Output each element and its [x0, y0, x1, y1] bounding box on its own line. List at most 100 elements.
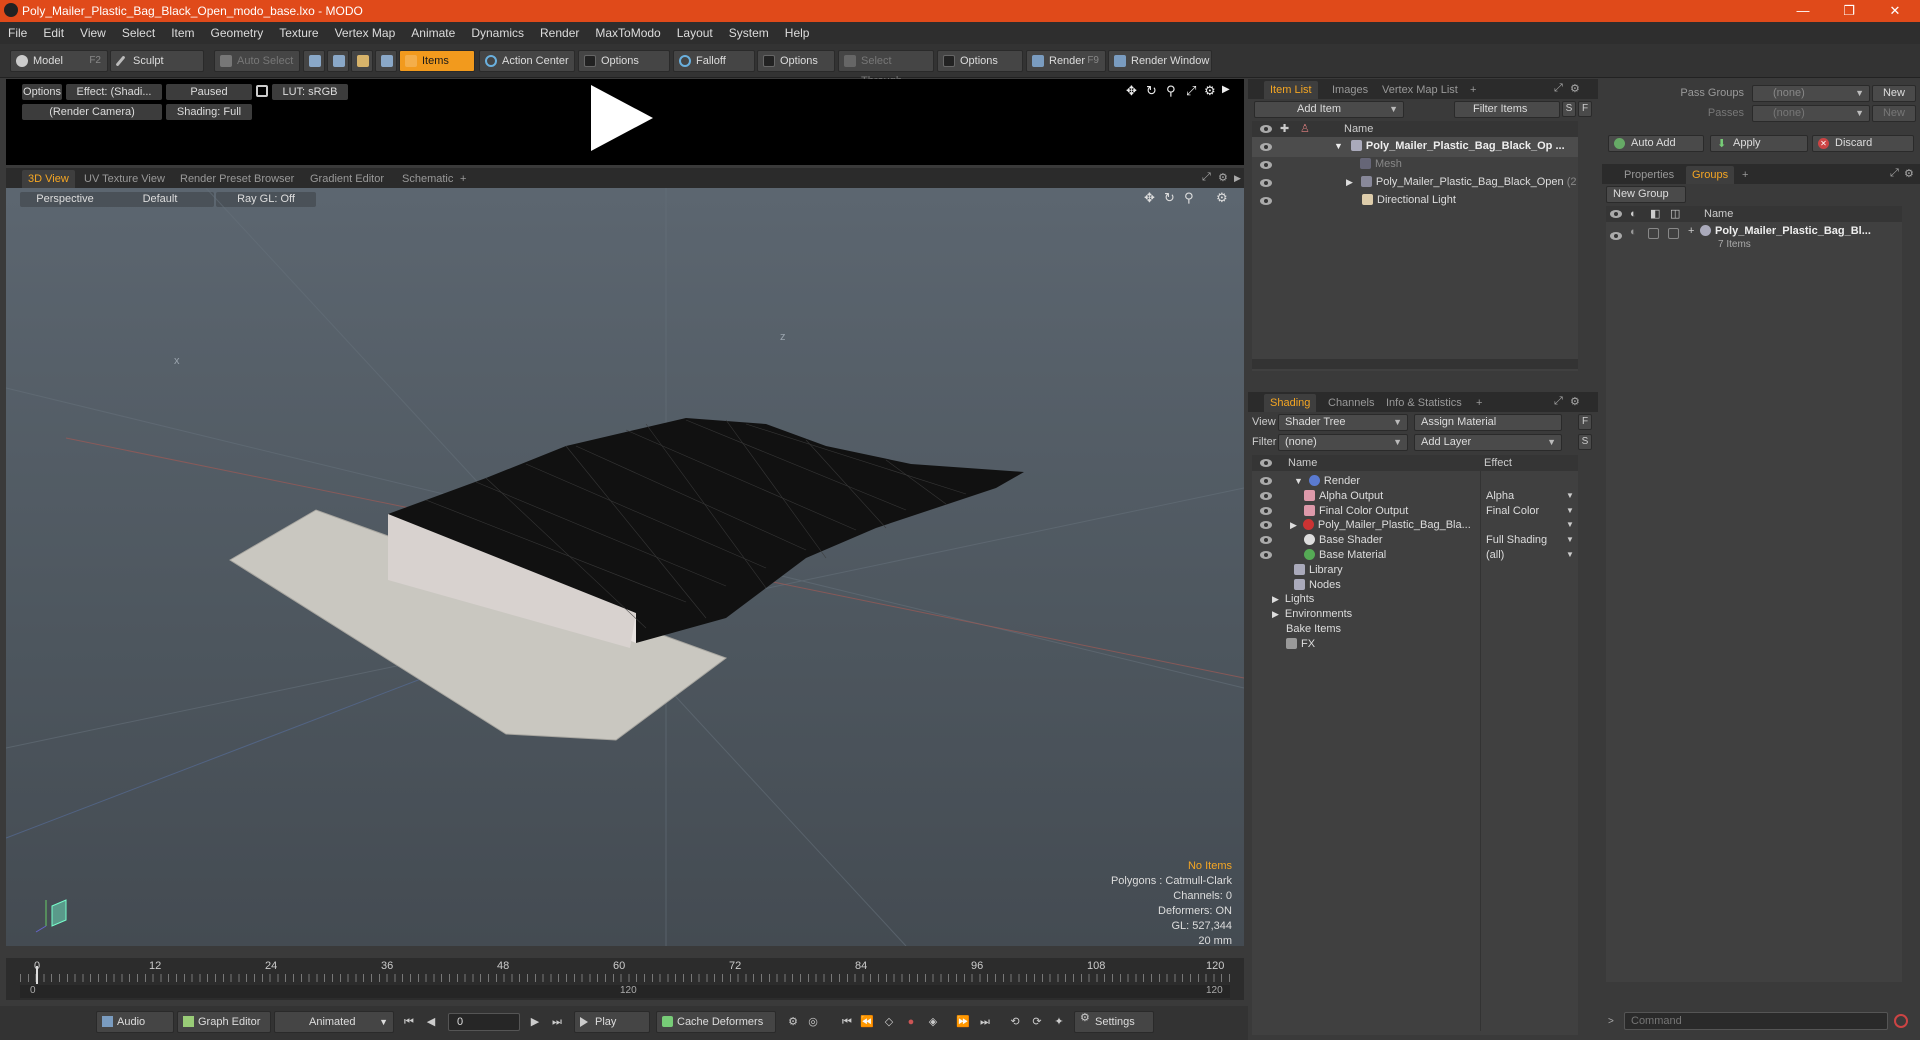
shading-s-button[interactable]: S: [1578, 434, 1592, 450]
tab-item-list[interactable]: Item List: [1264, 81, 1318, 99]
command-input[interactable]: [1624, 1012, 1888, 1030]
next-key-icon[interactable]: ⏩: [956, 1015, 970, 1029]
list-item[interactable]: ▼ Poly_Mailer_Plastic_Bag_Black_Op ...: [1334, 137, 1574, 155]
apply-button[interactable]: ⬇ Apply: [1710, 135, 1808, 152]
record-icon[interactable]: ●: [904, 1015, 918, 1029]
list-item[interactable]: Directional Light: [1362, 191, 1572, 209]
step-back-icon[interactable]: ◀: [424, 1015, 438, 1029]
cache-deformers-button[interactable]: Cache Deformers: [656, 1011, 776, 1033]
menu-vertex-map[interactable]: Vertex Map: [327, 22, 404, 44]
effect-dropdown-arrow-icon[interactable]: ▼: [1566, 550, 1574, 559]
item-list-tree[interactable]: ✚ ♙ Name ▼ Poly_Mailer_Plastic_Bag_Black_…: [1252, 121, 1578, 371]
collapse-arrow-icon[interactable]: ▼: [1294, 476, 1303, 486]
group-visibility-eye-icon[interactable]: [1610, 232, 1622, 240]
group-expand-icon[interactable]: +: [1688, 225, 1694, 237]
menu-system[interactable]: System: [721, 22, 777, 44]
menu-geometry[interactable]: Geometry: [203, 22, 272, 44]
range-bar[interactable]: 0 120 120: [20, 985, 1230, 998]
step-forward-icon[interactable]: ▶: [528, 1015, 542, 1029]
effect-dropdown-arrow-icon[interactable]: ▼: [1566, 520, 1574, 529]
view-dropdown[interactable]: Shader Tree ▼: [1278, 414, 1408, 431]
render-preview[interactable]: Options Effect: (Shadi... Paused LUT: sR…: [6, 79, 1244, 165]
minimize-button[interactable]: —: [1780, 0, 1826, 22]
gear-icon[interactable]: ⚙: [1204, 83, 1216, 99]
tab-channels[interactable]: Channels: [1322, 394, 1380, 412]
discard-button[interactable]: ✕ Discard: [1812, 135, 1914, 152]
auto-add-button[interactable]: Auto Add: [1608, 135, 1704, 152]
move-icon[interactable]: ✥: [1126, 83, 1137, 99]
restore-button[interactable]: ❐: [1826, 0, 1872, 22]
filter-dropdown[interactable]: (none) ▼: [1278, 434, 1408, 451]
tab-gradient-editor[interactable]: Gradient Editor: [304, 170, 390, 188]
graph-editor-button[interactable]: Graph Editor: [177, 1011, 271, 1033]
groups-list[interactable]: ◐ ◧ ◫ Name ◐ + Poly_Mailer_Plastic_Bag_B…: [1606, 206, 1902, 982]
timeline-ruler[interactable]: [20, 974, 1230, 982]
lock-icon[interactable]: [256, 85, 268, 97]
item-list-scrollbar[interactable]: [1252, 359, 1578, 369]
effect-dropdown-arrow-icon[interactable]: ▼: [1566, 506, 1574, 515]
visibility-eye-icon[interactable]: [1260, 536, 1272, 545]
prev-key2-icon[interactable]: ⏪: [860, 1015, 874, 1029]
item-list-s-button[interactable]: S: [1562, 101, 1576, 117]
sculpt-mode-button[interactable]: Sculpt: [110, 50, 204, 72]
timeline[interactable]: 0 12 24 36 48 60 72 84 96 108 120 0 120 …: [6, 958, 1244, 1000]
expand-arrow-icon[interactable]: ▶: [1272, 594, 1279, 604]
visibility-eye-icon[interactable]: [1260, 161, 1272, 169]
preview-effect-dropdown[interactable]: Effect: (Shadi...: [66, 84, 162, 100]
groups-gear-icon[interactable]: ⚙: [1904, 167, 1914, 180]
menu-select[interactable]: Select: [114, 22, 163, 44]
filter-items-input[interactable]: Filter Items: [1454, 101, 1560, 118]
visibility-eye-icon[interactable]: [1260, 143, 1272, 151]
add-layer-dropdown[interactable]: Add Layer ▼: [1414, 434, 1562, 451]
next-key2-icon[interactable]: ⏭: [978, 1015, 992, 1029]
frame-input[interactable]: 0: [448, 1013, 520, 1031]
collapse-arrow-icon[interactable]: ▼: [1334, 141, 1343, 151]
group-render-toggle-icon[interactable]: ◐: [1630, 226, 1637, 238]
menu-animate[interactable]: Animate: [403, 22, 463, 44]
item-list-maximize-icon[interactable]: ⤢: [1554, 82, 1563, 95]
command-history-icon[interactable]: [1894, 1014, 1908, 1028]
tab-groups[interactable]: Groups: [1686, 166, 1735, 184]
assign-material-button[interactable]: Assign Material: [1414, 414, 1562, 431]
set-key-icon[interactable]: ◇: [882, 1015, 896, 1029]
group-lock-checkbox[interactable]: [1648, 228, 1659, 239]
key-options-icon[interactable]: ⚙: [786, 1015, 800, 1029]
visibility-eye-icon[interactable]: [1260, 197, 1272, 205]
render-button[interactable]: Render F9: [1026, 50, 1106, 72]
tab-uv-texture-view[interactable]: UV Texture View: [78, 170, 171, 188]
go-to-start-icon[interactable]: ⏮: [402, 1015, 416, 1029]
shader-row-effect[interactable]: (all): [1486, 546, 1566, 564]
animated-dropdown[interactable]: Animated ▼: [274, 1011, 394, 1033]
render-camera-dropdown[interactable]: (Render Camera): [22, 104, 162, 120]
select-through-button[interactable]: Select Through: [838, 50, 934, 87]
menu-texture[interactable]: Texture: [271, 22, 326, 44]
viewport-gear-icon[interactable]: ⚙: [1218, 171, 1228, 184]
preview-options-button[interactable]: Options: [22, 84, 62, 100]
shading-gear-icon[interactable]: ⚙: [1570, 395, 1580, 408]
falloff-options-button[interactable]: Options: [757, 50, 835, 72]
group-select-checkbox[interactable]: [1668, 228, 1679, 239]
visibility-eye-icon[interactable]: [1260, 477, 1272, 485]
materials-mode-button[interactable]: [375, 50, 397, 72]
render-window-button[interactable]: Render Window: [1108, 50, 1212, 72]
go-to-end-icon[interactable]: ⏭: [550, 1015, 564, 1029]
expand-arrow-icon[interactable]: ▶: [1290, 520, 1297, 530]
prev-key-icon[interactable]: ⏮: [840, 1015, 854, 1029]
item-list-add-tab[interactable]: +: [1464, 81, 1482, 99]
effect-dropdown-arrow-icon[interactable]: ▼: [1566, 491, 1574, 500]
shading-dropdown[interactable]: Shading: Full: [166, 104, 252, 120]
menu-item[interactable]: Item: [163, 22, 202, 44]
menu-edit[interactable]: Edit: [35, 22, 72, 44]
shader-row-effect[interactable]: Final Color: [1486, 502, 1566, 520]
new-pass-button[interactable]: New: [1872, 105, 1916, 122]
menu-layout[interactable]: Layout: [669, 22, 721, 44]
tab-schematic[interactable]: Schematic: [396, 170, 459, 188]
tab-properties[interactable]: Properties: [1618, 166, 1680, 184]
passes-dropdown[interactable]: (none) ▼: [1752, 105, 1870, 122]
list-item[interactable]: ▶ Poly_Mailer_Plastic_Bag_Black_Open (2): [1346, 173, 1576, 191]
polygons-mode-button[interactable]: [351, 50, 373, 72]
auto-select-button[interactable]: Auto Select: [214, 50, 300, 72]
tab-shading[interactable]: Shading: [1264, 394, 1317, 412]
maximize-icon[interactable]: ⤢: [1186, 83, 1196, 99]
effect-dropdown-arrow-icon[interactable]: ▼: [1566, 535, 1574, 544]
